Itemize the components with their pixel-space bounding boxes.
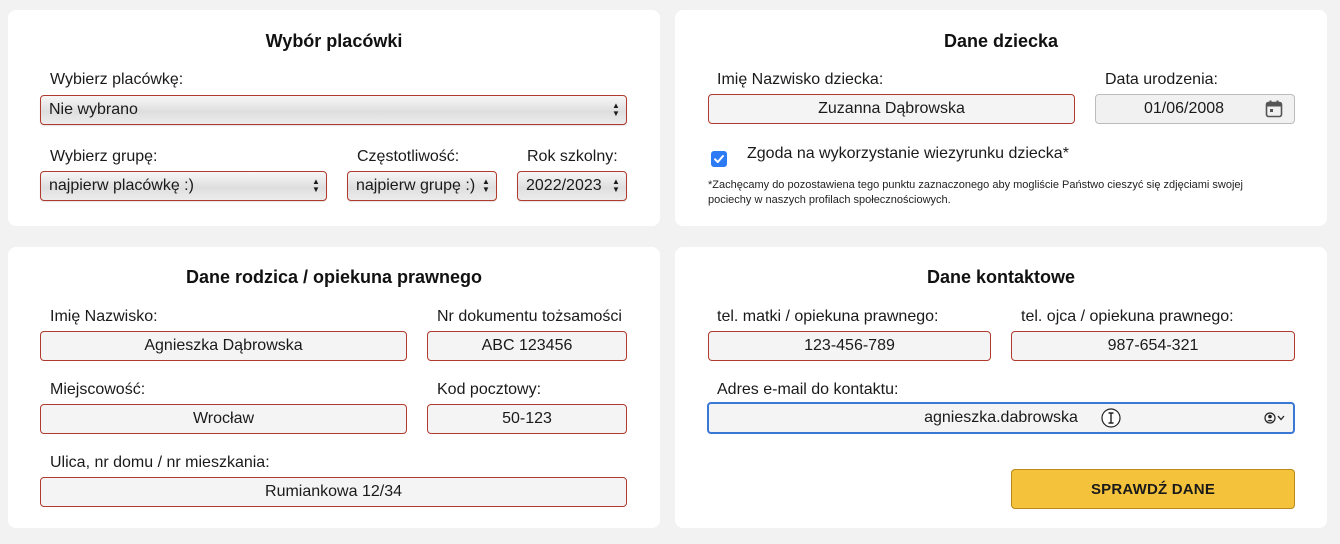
- frequency-select[interactable]: najpierw grupę :) ▲ ▼: [347, 171, 497, 201]
- check-data-button[interactable]: SPRAWDŹ DANE: [1011, 469, 1295, 509]
- year-label: Rok szkolny:: [527, 148, 618, 165]
- email-input[interactable]: agnieszka.dabrowska: [707, 402, 1295, 434]
- facility-select-value: Nie wybrano: [49, 101, 138, 118]
- select-arrows-icon: ▲ ▼: [482, 177, 490, 194]
- city-input[interactable]: Wrocław: [40, 404, 407, 434]
- frequency-select-value: najpierw grupę :): [356, 177, 476, 194]
- frequency-label: Częstotliwość:: [357, 148, 460, 165]
- group-select[interactable]: najpierw placówkę :) ▲ ▼: [40, 171, 327, 201]
- text-cursor-icon: [1101, 408, 1121, 428]
- consent-checkbox[interactable]: [711, 151, 727, 167]
- select-arrows-icon: ▲ ▼: [312, 177, 320, 194]
- consent-label: Zgoda na wykorzystanie wiezyrunku dzieck…: [747, 145, 1069, 162]
- father-phone-label: tel. ojca / opiekuna prawnego:: [1021, 308, 1234, 325]
- email-label: Adres e-mail do kontaktu:: [717, 381, 899, 398]
- select-arrows-icon: ▲ ▼: [612, 101, 620, 118]
- child-name-label: Imię Nazwisko dziecka:: [717, 71, 884, 88]
- mother-phone-label: tel. matki / opiekuna prawnego:: [717, 308, 939, 325]
- group-select-value: najpierw placówkę :): [49, 177, 194, 194]
- id-document-label: Nr dokumentu tożsamości: [437, 308, 622, 325]
- year-select-value: 2022/2023: [526, 177, 602, 194]
- group-label: Wybierz grupę:: [50, 148, 158, 165]
- consent-note: *Zachęcamy do pozostawiena tego punktu z…: [708, 179, 1243, 206]
- contact-card-title: Dane kontaktowe: [926, 267, 1076, 287]
- checkmark-icon: [714, 155, 724, 163]
- parent-card: Dane rodzica / opiekuna prawnego Imię Na…: [8, 247, 660, 528]
- birth-date-label: Data urodzenia:: [1105, 71, 1218, 88]
- child-card: Dane dziecka Imię Nazwisko dziecka: Zuza…: [675, 10, 1327, 226]
- parent-card-title: Dane rodzica / opiekuna prawnego: [185, 267, 483, 287]
- city-label: Miejscowość:: [50, 381, 146, 398]
- calendar-icon[interactable]: [1262, 100, 1286, 118]
- postal-code-label: Kod pocztowy:: [437, 381, 542, 398]
- facility-card: Wybór placówki Wybierz placówkę: Nie wyb…: [8, 10, 660, 226]
- facility-select[interactable]: Nie wybrano ▲ ▼: [40, 95, 627, 125]
- chevron-down-icon: [1277, 415, 1285, 421]
- year-select[interactable]: 2022/2023 ▲ ▼: [517, 171, 627, 201]
- street-input[interactable]: Rumiankowa 12/34: [40, 477, 627, 507]
- facility-card-title: Wybór placówki: [265, 31, 403, 51]
- email-value: agnieszka.dabrowska: [924, 409, 1078, 426]
- father-phone-input[interactable]: 987-654-321: [1011, 331, 1295, 361]
- mother-phone-input[interactable]: 123-456-789: [708, 331, 991, 361]
- postal-code-input[interactable]: 50-123: [427, 404, 627, 434]
- parent-name-input[interactable]: Agnieszka Dąbrowska: [40, 331, 407, 361]
- street-label: Ulica, nr domu / nr mieszkania:: [50, 454, 270, 471]
- autofill-contact-icon[interactable]: [1261, 412, 1291, 424]
- id-document-input[interactable]: ABC 123456: [427, 331, 627, 361]
- parent-name-label: Imię Nazwisko:: [50, 308, 158, 325]
- select-arrows-icon: ▲ ▼: [612, 177, 620, 194]
- child-card-title: Dane dziecka: [943, 31, 1059, 51]
- birth-date-value: 01/06/2008: [1143, 100, 1225, 117]
- contact-card: Dane kontaktowe tel. matki / opiekuna pr…: [675, 247, 1327, 528]
- child-name-input[interactable]: Zuzanna Dąbrowska: [708, 94, 1075, 124]
- birth-date-input[interactable]: 01/06/2008: [1095, 94, 1295, 124]
- facility-label: Wybierz placówkę:: [50, 71, 184, 88]
